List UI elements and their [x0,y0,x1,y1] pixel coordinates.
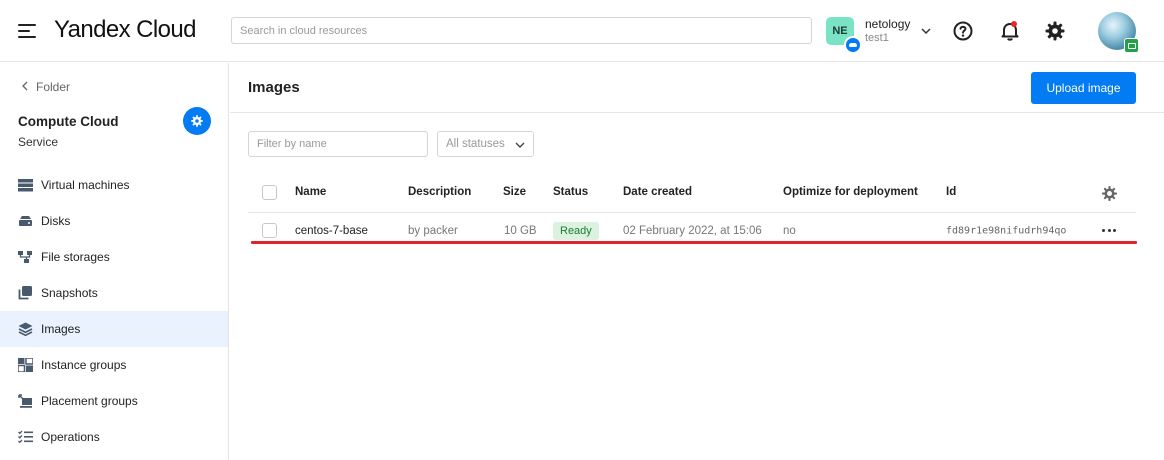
help-icon[interactable] [951,19,975,43]
sidebar-item-instance-groups[interactable]: Instance groups [0,347,228,383]
upload-image-button[interactable]: Upload image [1031,72,1136,104]
image-name[interactable]: centos-7-base [295,225,368,237]
server-icon [18,179,33,192]
more-actions-icon[interactable] [1101,224,1117,236]
snapshot-icon [18,286,32,300]
image-optimize: no [783,225,796,237]
account-name: netology [865,17,911,31]
table-settings-gear-icon[interactable] [1101,185,1118,202]
layers-icon [18,322,33,336]
sidebar: Folder Compute Cloud Service Virtual mac… [0,63,229,460]
sidebar-item-label: File storages [41,250,110,264]
column-header-date-created[interactable]: Date created [623,186,692,198]
sidebar-item-file-storages[interactable]: File storages [0,239,228,275]
sidebar-item-operations[interactable]: Operations [0,419,228,455]
sidebar-item-label: Images [41,322,81,336]
briefcase-icon [1124,38,1139,53]
divider [230,112,1164,113]
select-all-checkbox[interactable] [262,185,277,200]
image-date-created: 02 February 2022, at 15:06 [623,225,762,237]
top-header: Yandex Cloud NE netology test1 [0,0,1164,62]
file-storage-icon [18,251,32,263]
column-header-id[interactable]: Id [946,186,956,198]
instance-groups-icon [18,358,33,372]
sidebar-item-label: Disks [41,214,71,228]
notifications-icon[interactable] [998,19,1022,43]
chevron-left-icon [22,81,28,91]
column-header-status[interactable]: Status [553,186,588,198]
disk-icon [19,216,32,226]
service-settings-button[interactable] [183,107,211,135]
chevron-down-icon [515,142,525,148]
account-switcher[interactable]: NE netology test1 [826,17,936,54]
sidebar-item-disks[interactable]: Disks [0,203,228,239]
column-header-name[interactable]: Name [295,186,326,198]
status-filter-value: All statuses [446,138,505,150]
row-checkbox[interactable] [262,223,277,238]
sidebar-item-placement-groups[interactable]: Placement groups [0,383,228,419]
service-subtitle: Service [18,135,59,149]
sidebar-item-snapshots[interactable]: Snapshots [0,275,228,311]
sidebar-item-label: Virtual machines [41,178,130,192]
sidebar-item-label: Snapshots [41,286,98,300]
chevron-down-icon [921,28,931,35]
column-header-description[interactable]: Description [408,186,471,198]
gear-icon [191,115,203,127]
cloud-icon [844,36,862,54]
settings-gear-icon[interactable] [1043,19,1067,43]
search-input[interactable] [231,17,812,44]
sidebar-item-label: Placement groups [41,394,138,408]
menu-icon[interactable] [18,23,36,39]
filter-by-name-input[interactable] [248,131,428,157]
operations-icon [18,430,33,444]
placement-groups-icon [18,394,32,408]
sidebar-item-label: Instance groups [41,358,127,372]
sidebar-item-virtual-machines[interactable]: Virtual machines [0,167,228,203]
image-size: 10 GB [504,225,537,237]
highlight-underline [251,241,1137,244]
service-title: Compute Cloud [18,114,119,129]
status-badge: Ready [553,222,599,240]
yandex-cloud-logo[interactable]: Yandex Cloud [54,16,196,44]
image-description: by packer [408,225,458,237]
image-id: fd89r1e98nifudrh94qo [946,225,1067,237]
back-to-folder-link[interactable]: Folder [20,80,70,94]
account-cloud-name: test1 [865,32,889,44]
page-title: Images [248,79,300,96]
column-header-size[interactable]: Size [503,186,526,198]
status-filter-select[interactable]: All statuses [437,131,534,157]
sidebar-item-label: Operations [41,430,100,444]
sidebar-item-images[interactable]: Images [0,311,228,347]
back-label: Folder [36,80,71,94]
notification-dot [1011,21,1017,27]
column-header-optimize[interactable]: Optimize for deployment [783,186,918,198]
